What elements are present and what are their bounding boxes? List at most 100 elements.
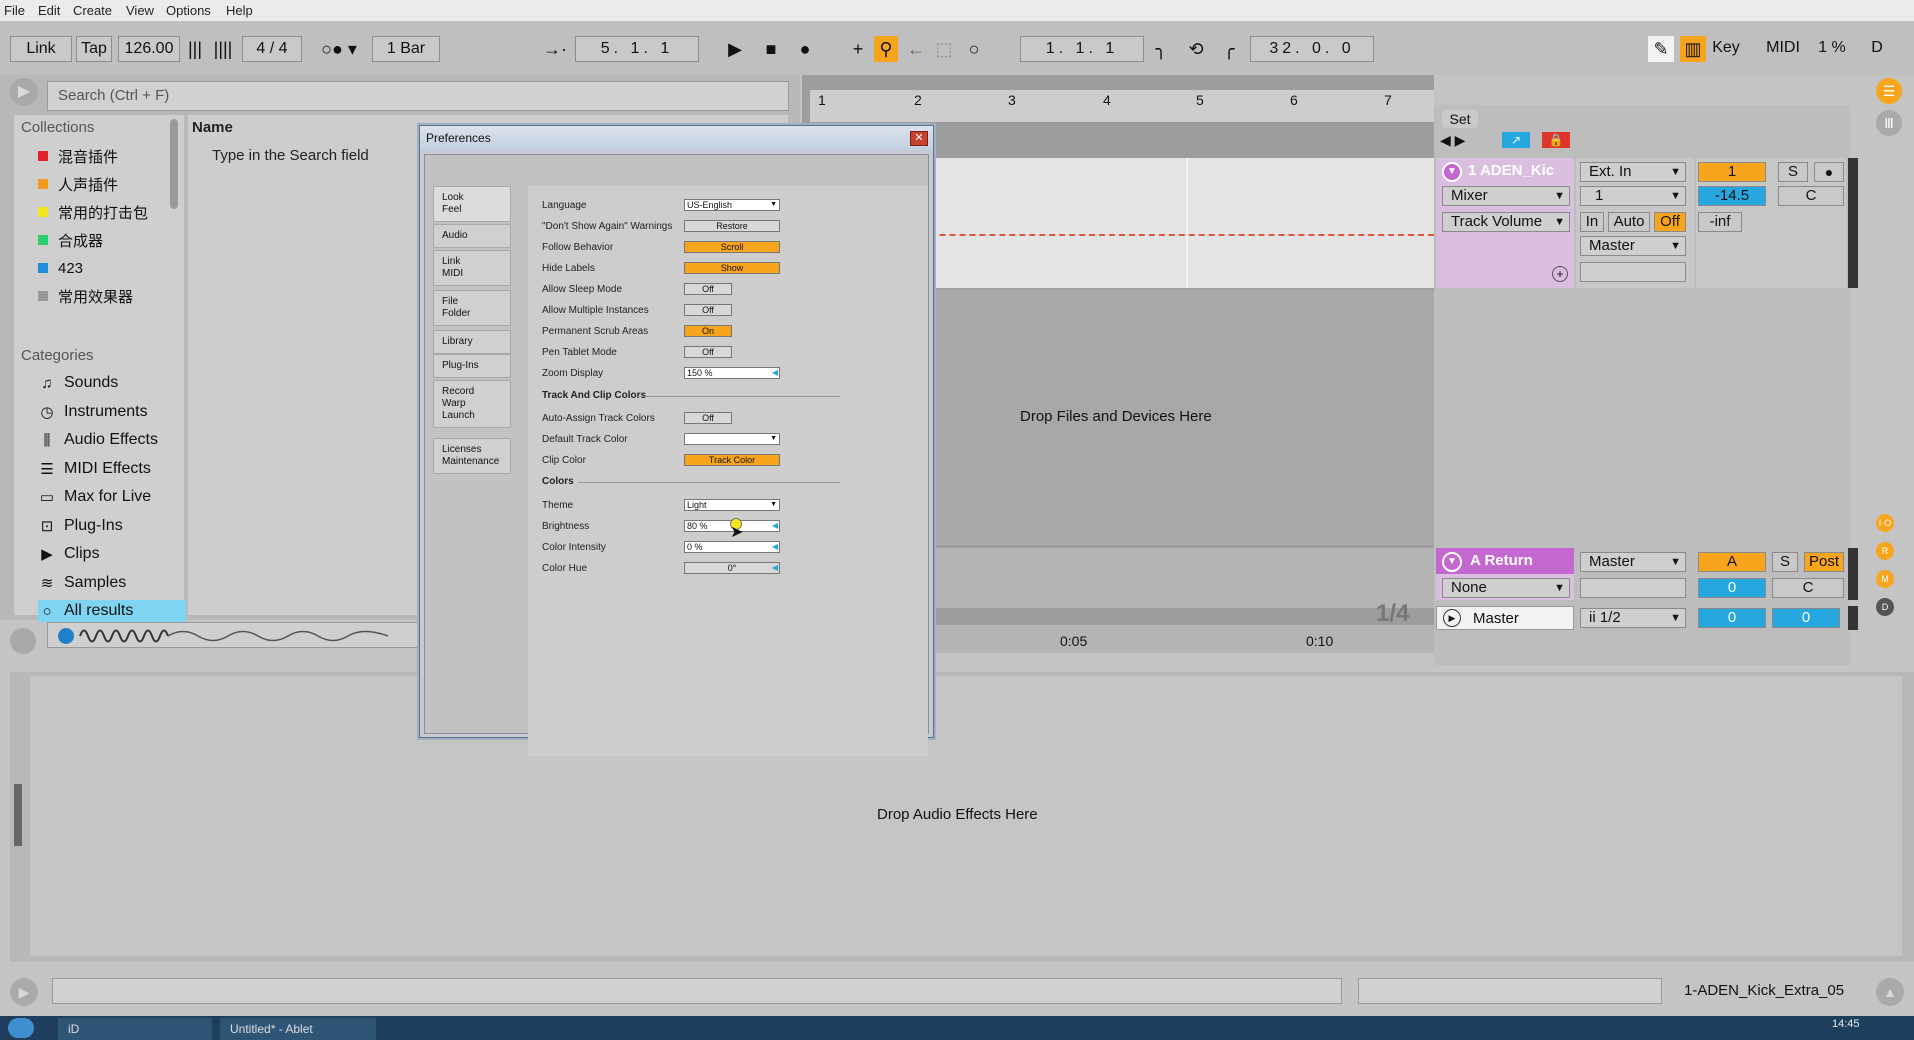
pref-control-pen-tablet-mode[interactable]: Off <box>684 346 732 358</box>
io-toggle-icon[interactable]: I·O <box>1876 514 1894 532</box>
arrangement-position-field[interactable]: 5. 1. 1 <box>575 36 699 62</box>
capture-icon[interactable]: ⬚ <box>932 36 956 62</box>
record-icon[interactable]: ● <box>792 36 818 62</box>
collection-item[interactable]: 人声插件 <box>38 173 118 195</box>
pref-control-clip-color[interactable]: Track Color <box>684 454 780 466</box>
name-column-header[interactable]: Name <box>192 119 233 136</box>
return-activator-button[interactable]: A <box>1698 552 1766 572</box>
info-toggle-icon[interactable]: ▶ <box>10 978 38 1006</box>
stop-icon[interactable]: ■ <box>758 36 784 62</box>
preferences-tab-look[interactable]: Look Feel <box>433 186 511 222</box>
category-all-results[interactable]: ○ All results <box>38 600 186 622</box>
taskbar-app-2[interactable]: Untitled* - Ablet <box>220 1018 376 1040</box>
device-view-handle[interactable] <box>14 784 22 846</box>
taskbar-app-1[interactable]: iD <box>58 1018 212 1040</box>
quantize-dropdown[interactable]: 1 Bar <box>372 36 440 62</box>
device-chooser[interactable]: Mixer <box>1442 186 1570 206</box>
collection-item[interactable]: 常用效果器 <box>38 285 133 307</box>
session-record-icon[interactable]: ○ <box>962 36 986 62</box>
master-cue-field[interactable]: 0 <box>1772 608 1840 628</box>
tempo-field[interactable]: 126.00 <box>118 36 180 62</box>
search-input[interactable]: Search (Ctrl + F) <box>47 81 789 111</box>
preferences-tab-file[interactable]: File Folder <box>433 290 511 326</box>
master-fold-icon[interactable]: ▶ <box>1443 609 1461 627</box>
set-button[interactable]: Set <box>1442 110 1478 128</box>
start-button-icon[interactable] <box>8 1018 34 1038</box>
menu-edit[interactable]: Edit <box>38 3 60 18</box>
time-signature-field[interactable]: 4 / 4 <box>242 36 302 62</box>
return-output-channel[interactable] <box>1580 578 1686 598</box>
solo-button[interactable]: S <box>1778 162 1808 182</box>
collection-item[interactable]: 常用的打击包 <box>38 201 148 223</box>
punch-out-icon[interactable]: ╭ <box>1216 36 1242 62</box>
monitor-auto-button[interactable]: Auto <box>1608 212 1650 232</box>
close-icon[interactable]: ✕ <box>910 131 928 146</box>
detail-toggle-icon[interactable]: ▲ <box>1876 978 1904 1006</box>
preferences-tab-link[interactable]: Link MIDI <box>433 250 511 286</box>
menu-help[interactable]: Help <box>226 3 253 18</box>
input-type-dropdown[interactable]: Ext. In <box>1580 162 1686 182</box>
pref-control-default-track-color[interactable] <box>684 433 780 445</box>
tap-button[interactable]: Tap <box>76 36 112 62</box>
preview-toggle-icon[interactable] <box>10 628 36 654</box>
master-name[interactable]: Master <box>1473 610 1519 627</box>
loop-length-field[interactable]: 32. 0. 0 <box>1250 36 1374 62</box>
pan-field[interactable]: C <box>1778 186 1844 206</box>
loop-start-field[interactable]: 1. 1. 1 <box>1020 36 1144 62</box>
category-clips[interactable]: ▶ Clips <box>38 543 99 565</box>
overdub-icon[interactable]: + <box>846 36 870 62</box>
metronome-icon[interactable]: ○● ▾ <box>314 36 364 62</box>
pref-control-permanent-scrub-areas[interactable]: On <box>684 325 732 337</box>
monitor-off-button[interactable]: Off <box>1654 212 1686 232</box>
track-activator-button[interactable]: 1 <box>1698 162 1766 182</box>
return-fold-icon[interactable]: ▼ <box>1442 552 1462 572</box>
key-map-button[interactable]: Key <box>1710 36 1742 62</box>
menu-options[interactable]: Options <box>166 3 211 18</box>
output-dropdown[interactable]: Master <box>1580 236 1686 256</box>
category-max-for-live[interactable]: ▭ Max for Live <box>38 486 151 508</box>
pref-control-follow-behavior[interactable]: Scroll <box>684 241 780 253</box>
category-plug-ins[interactable]: ⊡ Plug-Ins <box>38 515 123 537</box>
pref-control-zoom-display[interactable]: 150 % <box>684 367 780 379</box>
return-a-header[interactable]: ▼ A Return None <box>1436 548 1574 600</box>
track-fold-icon[interactable]: ▼ <box>1442 162 1462 182</box>
master-header[interactable]: ▶ Master <box>1436 606 1574 630</box>
midi-map-button[interactable]: MIDI <box>1762 36 1804 62</box>
category-sounds[interactable]: ♫ Sounds <box>38 372 118 394</box>
punch-in-icon[interactable]: ╮ <box>1148 36 1174 62</box>
category-audio-effects[interactable]: ⫼ Audio Effects <box>38 429 158 451</box>
arm-button[interactable]: ● <box>1814 162 1844 182</box>
preferences-title[interactable]: Preferences <box>420 126 933 150</box>
follow-icon[interactable]: →· <box>540 36 570 62</box>
pref-control-allow-multiple-instances[interactable]: Off <box>684 304 732 316</box>
category-samples[interactable]: ≋ Samples <box>38 572 127 594</box>
master-output-dropdown[interactable]: ii 1/2 <box>1580 608 1686 628</box>
pref-control-language[interactable]: US-English <box>684 199 780 211</box>
draw-mode-icon[interactable]: ✎ <box>1648 36 1674 62</box>
category-instruments[interactable]: ◷ Instruments <box>38 401 147 423</box>
param-chooser[interactable]: Track Volume <box>1442 212 1570 232</box>
pref-control-don-t-show-again-warnings[interactable]: Restore <box>684 220 780 232</box>
master-volume-field[interactable]: 0 <box>1698 608 1766 628</box>
sidebar-scrollbar[interactable] <box>170 119 178 209</box>
pref-control-auto-assign-track-colors[interactable]: Off <box>684 412 732 424</box>
session-view-icon[interactable]: Ⅲ <box>1876 110 1902 136</box>
mixer-toggle-icon[interactable]: M <box>1876 570 1894 588</box>
arrangement-view-icon[interactable]: ☰ <box>1876 78 1902 104</box>
lock-icon[interactable]: 🔒 <box>1542 132 1570 148</box>
return-pan-field[interactable]: C <box>1772 578 1844 598</box>
add-lane-icon[interactable]: + <box>1552 266 1568 282</box>
pref-control-color-hue[interactable]: 0° <box>684 562 780 574</box>
preferences-tab-audio[interactable]: Audio <box>433 224 511 248</box>
loop-switch-icon[interactable]: ⟲ <box>1182 36 1210 62</box>
collection-item[interactable]: 混音插件 <box>38 145 118 167</box>
device-chain-area[interactable]: Drop Audio Effects Here <box>30 676 1902 956</box>
return-output-dropdown[interactable]: Master <box>1580 552 1686 572</box>
track-1-name[interactable]: 1 ADEN_Kic <box>1468 162 1554 179</box>
menu-view[interactable]: View <box>126 3 154 18</box>
beat-ruler[interactable]: 1 2 3 4 5 6 7 <box>810 90 1434 122</box>
link-button[interactable]: Link <box>10 36 72 62</box>
browser-toggle-icon[interactable]: ▶ <box>10 78 38 106</box>
pref-control-color-intensity[interactable]: 0 % <box>684 541 780 553</box>
preferences-tab-library[interactable]: Library <box>433 330 511 354</box>
